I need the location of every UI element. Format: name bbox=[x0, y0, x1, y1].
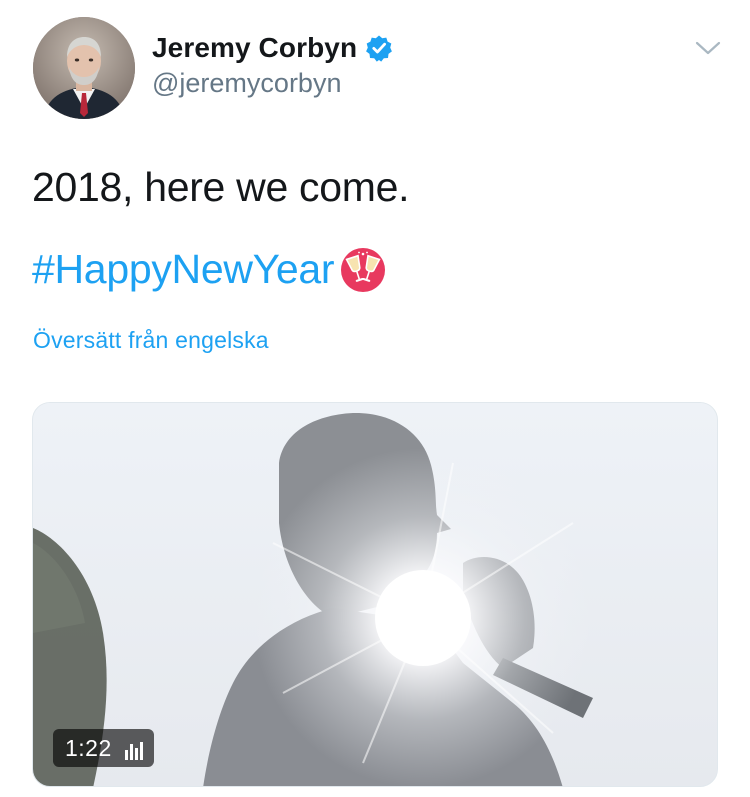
tweet-card: Jeremy Corbyn @jeremycorbyn 2018, here w… bbox=[0, 0, 750, 797]
translate-link[interactable]: Översätt från engelska bbox=[33, 327, 269, 354]
avatar-photo bbox=[33, 17, 135, 119]
tweet-text: 2018, here we come. bbox=[32, 164, 410, 210]
video-duration: 1:22 bbox=[65, 734, 112, 761]
hashtag-link[interactable]: #HappyNewYear bbox=[32, 246, 335, 293]
video-duration-badge: 1:22 bbox=[53, 729, 154, 767]
author-handle[interactable]: @jeremycorbyn bbox=[152, 68, 341, 99]
hashtag-row: #HappyNewYear bbox=[32, 246, 386, 293]
clinking-glasses-icon bbox=[340, 247, 386, 293]
avatar[interactable] bbox=[33, 17, 135, 119]
chevron-down-icon[interactable] bbox=[694, 38, 722, 58]
author-display-name[interactable]: Jeremy Corbyn bbox=[152, 32, 357, 64]
bar-chart-icon bbox=[124, 739, 144, 760]
verified-badge-icon bbox=[365, 34, 393, 62]
author-name-row[interactable]: Jeremy Corbyn bbox=[152, 30, 393, 66]
video-player[interactable]: 1:22 bbox=[32, 402, 718, 787]
